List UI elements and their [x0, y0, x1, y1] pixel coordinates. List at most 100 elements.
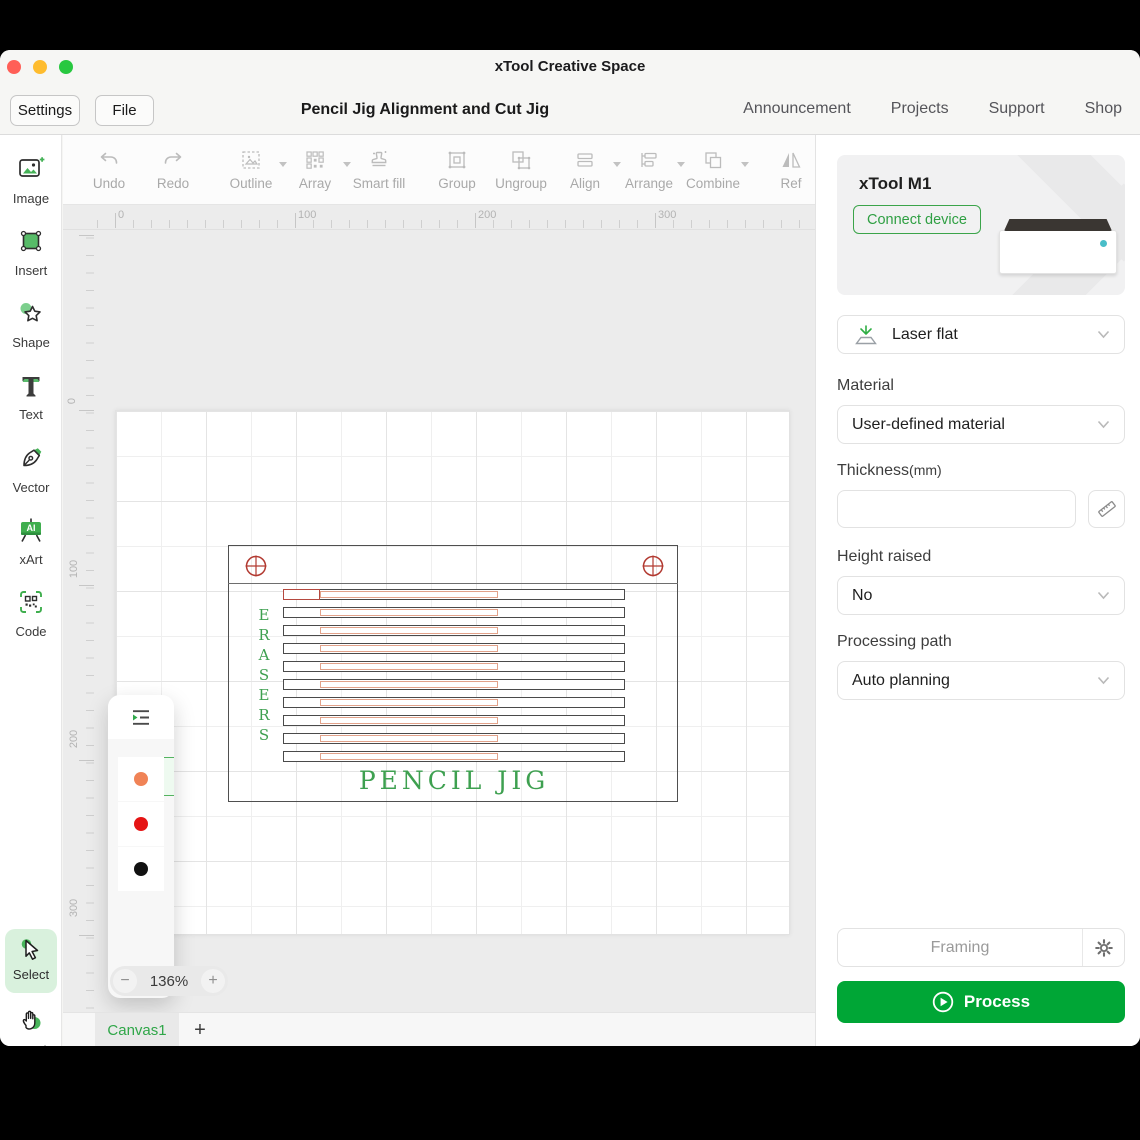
add-canvas-button[interactable]: +: [185, 1013, 215, 1046]
processing-mode-select[interactable]: Laser flat: [837, 315, 1125, 354]
sidebar-item-code[interactable]: Code: [0, 588, 62, 639]
color-swatch[interactable]: [118, 847, 164, 891]
thickness-input[interactable]: [837, 490, 1076, 528]
erasers-vertical-text[interactable]: ERASERS: [255, 606, 273, 746]
inner-slot-rect[interactable]: [320, 735, 498, 742]
framing-button[interactable]: Framing: [838, 929, 1082, 966]
select-tool[interactable]: Select: [5, 929, 57, 993]
process-button[interactable]: Process: [837, 981, 1125, 1023]
swatch-dot: [134, 772, 148, 786]
nav-support[interactable]: Support: [989, 100, 1045, 118]
zoom-level: 136%: [149, 972, 189, 990]
reflect-button[interactable]: Ref: [759, 148, 815, 191]
combine-dropdown-caret[interactable]: [741, 162, 749, 167]
inner-slot-rect[interactable]: [320, 627, 498, 634]
hand-tool[interactable]: Hand: [0, 1007, 62, 1046]
svg-text:AI: AI: [27, 523, 36, 533]
document-title: Pencil Jig Alignment and Cut Jig: [300, 101, 550, 118]
pencil-slot[interactable]: [283, 715, 625, 726]
select-tool-label: Select: [12, 967, 50, 982]
insert-icon: [20, 230, 42, 252]
inner-slot-rect[interactable]: [320, 753, 498, 760]
play-icon: [932, 991, 954, 1013]
inner-slot-rect[interactable]: [320, 699, 498, 706]
inner-slot-rect[interactable]: [320, 717, 498, 724]
edit-toolbar: Undo Redo Outline Array Smart fill Group…: [63, 135, 815, 205]
ruler-vertical: 0 100 200 300: [63, 230, 95, 1046]
gear-icon: [1094, 938, 1113, 957]
inner-slot-rect[interactable]: [320, 591, 498, 598]
height-raised-select[interactable]: No: [837, 576, 1125, 615]
swatch-dot: [134, 862, 148, 876]
pencil-slot[interactable]: [283, 607, 625, 618]
zoom-out-button[interactable]: −: [113, 969, 137, 993]
zoom-in-button[interactable]: +: [201, 969, 225, 993]
pencil-slot[interactable]: [283, 589, 625, 600]
laser-flat-icon: [855, 324, 877, 344]
undo-button[interactable]: Undo: [77, 148, 141, 191]
sidebar-item-text[interactable]: Text: [0, 371, 62, 422]
sidebar-item-insert[interactable]: Insert: [0, 227, 62, 278]
zoom-control: − 136% +: [110, 966, 228, 996]
arrange-button[interactable]: Arrange: [617, 148, 685, 191]
device-image: [999, 219, 1117, 279]
measure-thickness-button[interactable]: [1088, 490, 1125, 528]
inner-slot-rect[interactable]: [320, 609, 498, 616]
array-icon: [306, 151, 324, 169]
material-select[interactable]: User-defined material: [837, 405, 1125, 444]
pencil-slot[interactable]: [283, 733, 625, 744]
screenshot: xTool Creative Space Settings File Penci…: [0, 0, 1140, 1140]
align-button[interactable]: Align: [553, 148, 621, 191]
pencil-slot[interactable]: [283, 679, 625, 690]
text-icon: [22, 377, 40, 397]
shape-icon: [20, 303, 41, 322]
slot-rows[interactable]: [283, 589, 625, 769]
sidebar-item-shape[interactable]: Shape: [0, 299, 62, 350]
palette-list: [118, 757, 174, 892]
jig-divider-line[interactable]: [228, 583, 678, 584]
color-swatch[interactable]: [118, 757, 164, 801]
device-card: xTool M1 Connect device: [837, 155, 1125, 295]
registration-mark-left[interactable]: [243, 553, 269, 579]
settings-button[interactable]: Settings: [10, 95, 80, 126]
layer-color-palette: [108, 695, 174, 998]
inner-slot-rect[interactable]: [320, 663, 498, 670]
smart-fill-button[interactable]: Smart fill: [347, 148, 411, 191]
tab-canvas1[interactable]: Canvas1: [95, 1013, 179, 1046]
sidebar-item-xart[interactable]: AI xArt: [0, 516, 62, 567]
nav-shop[interactable]: Shop: [1085, 100, 1122, 118]
canvas-tab-bar: Canvas1 +: [63, 1012, 815, 1046]
lead-slot-rect[interactable]: [283, 589, 320, 600]
ungroup-button[interactable]: Ungroup: [489, 148, 553, 191]
palette-header[interactable]: [108, 695, 174, 739]
inner-slot-rect[interactable]: [320, 681, 498, 688]
redo-icon: [164, 152, 182, 164]
arrange-icon: [641, 152, 657, 167]
material-value: User-defined material: [852, 415, 1005, 433]
redo-button[interactable]: Redo: [141, 148, 205, 191]
processing-path-select[interactable]: Auto planning: [837, 661, 1125, 700]
sidebar-item-vector[interactable]: Vector: [0, 444, 62, 495]
sidebar-item-image[interactable]: Image: [0, 155, 62, 206]
connect-device-button[interactable]: Connect device: [853, 205, 981, 234]
group-button[interactable]: Group: [425, 148, 489, 191]
color-swatch[interactable]: [118, 802, 164, 846]
pencil-slot[interactable]: [283, 643, 625, 654]
outline-button[interactable]: Outline: [219, 148, 287, 191]
file-button[interactable]: File: [95, 95, 154, 126]
code-icon: [20, 591, 42, 613]
pencil-slot[interactable]: [283, 661, 625, 672]
nav-announcement[interactable]: Announcement: [743, 100, 851, 118]
pencil-jig-text[interactable]: PENCIL JIG: [283, 766, 625, 795]
processing-path-label: Processing path: [837, 633, 952, 650]
pencil-slot[interactable]: [283, 697, 625, 708]
nav-projects[interactable]: Projects: [891, 100, 949, 118]
combine-button[interactable]: Combine: [681, 148, 749, 191]
array-button[interactable]: Array: [283, 148, 351, 191]
framing-settings-button[interactable]: [1083, 929, 1124, 966]
inner-slot-rect[interactable]: [320, 645, 498, 652]
registration-mark-right[interactable]: [640, 553, 666, 579]
pencil-slot[interactable]: [283, 625, 625, 636]
pencil-slot[interactable]: [283, 751, 625, 762]
align-icon: [577, 153, 593, 167]
